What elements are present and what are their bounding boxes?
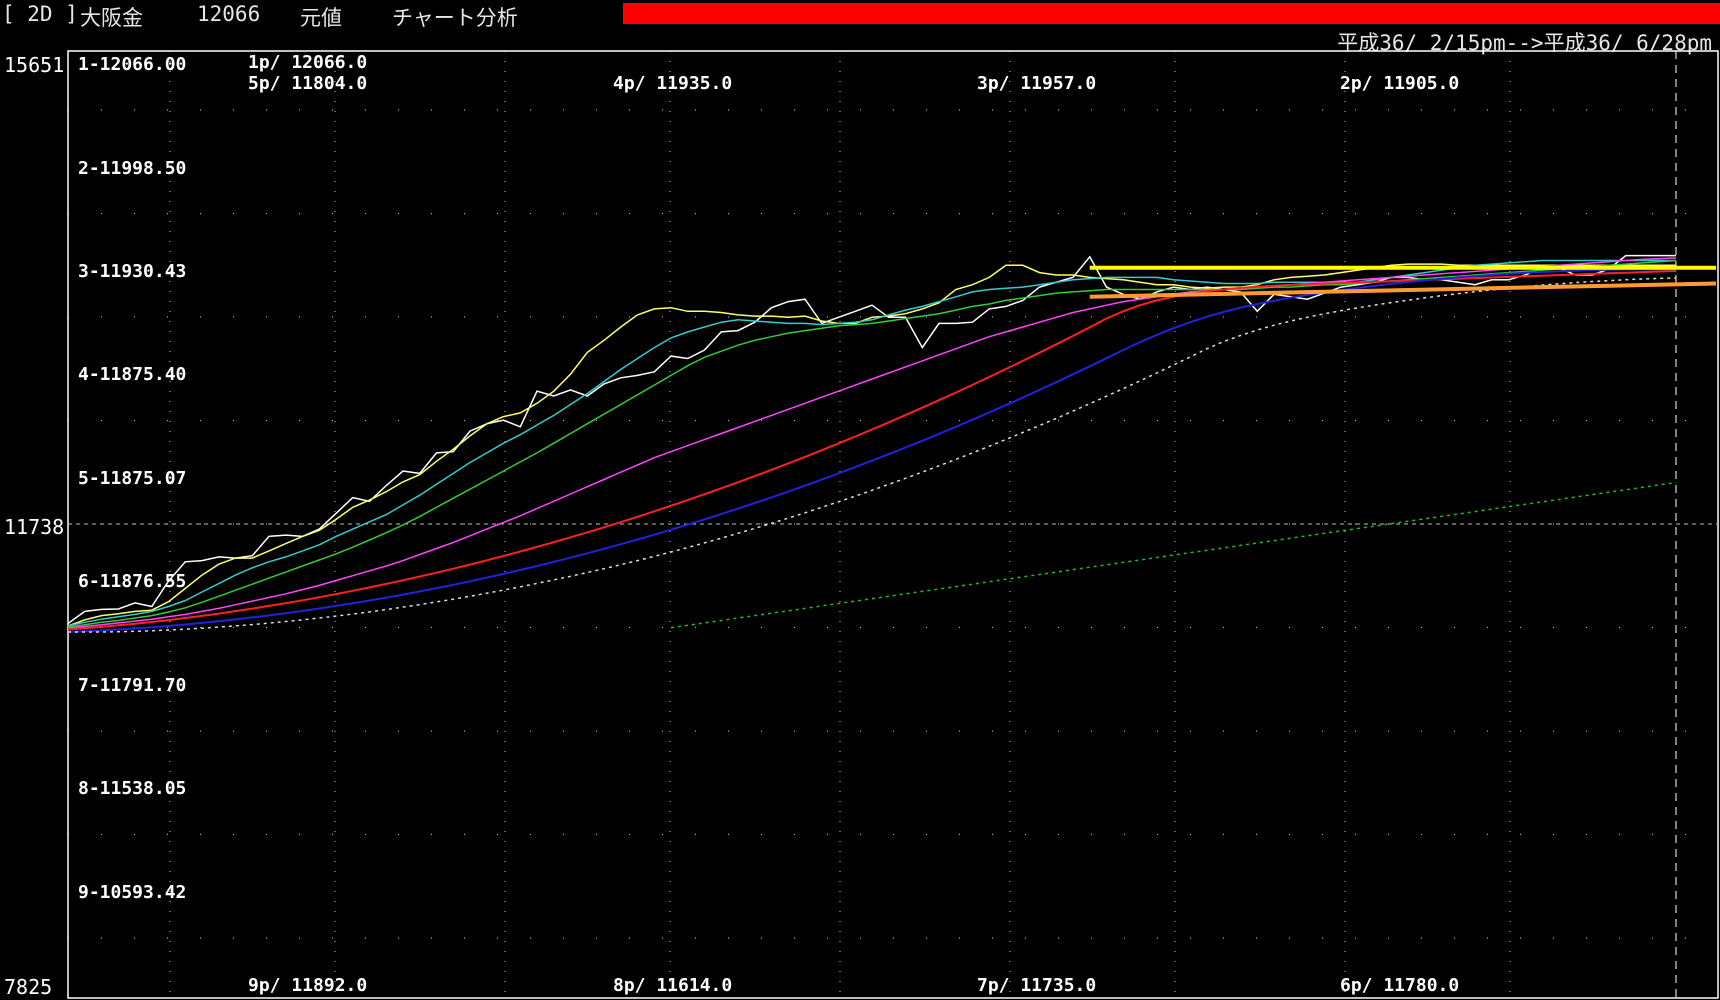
period-label: 7p/ 11735.0	[977, 975, 1096, 996]
series-line-2	[67, 259, 1676, 627]
period-label: 5p/ 11804.0	[248, 73, 367, 94]
period-label: 4p/ 11935.0	[613, 73, 732, 94]
period-label: 2p/ 11905.0	[1340, 73, 1459, 94]
series-line-7	[68, 277, 1677, 633]
level-label: 7-11791.70	[78, 675, 186, 696]
period-label: 1p/ 12066.0	[248, 52, 367, 73]
level-label: 2-11998.50	[78, 158, 186, 179]
y-current-label: 11738	[4, 515, 64, 539]
series-line-3	[67, 259, 1677, 628]
period-label: 8p/ 11614.0	[613, 975, 732, 996]
series-line-0	[67, 254, 1676, 625]
level-label: 5-11875.07	[78, 468, 186, 489]
y-min-label: 7825	[4, 975, 52, 999]
period-label: 6p/ 11780.0	[1340, 975, 1459, 996]
series-line-5	[67, 269, 1677, 631]
level-label: 8-11538.05	[78, 778, 186, 799]
level-label: 1-12066.00	[78, 54, 186, 75]
y-max-label: 15651	[4, 53, 64, 77]
series-line-1	[67, 263, 1676, 627]
period-label: 9p/ 11892.0	[248, 975, 367, 996]
series	[67, 254, 1677, 633]
level-label: 4-11875.40	[78, 364, 186, 385]
level-label: 9-10593.42	[78, 882, 186, 903]
level-label: 6-11876.55	[78, 571, 186, 592]
level-label: 3-11930.43	[78, 261, 186, 282]
series-line-4	[67, 257, 1677, 630]
period-label: 3p/ 11957.0	[977, 73, 1096, 94]
chart: 15651 11738 7825 1-12066.00 2-11998.50 3…	[4, 50, 1719, 999]
series-line-8	[670, 481, 1677, 629]
